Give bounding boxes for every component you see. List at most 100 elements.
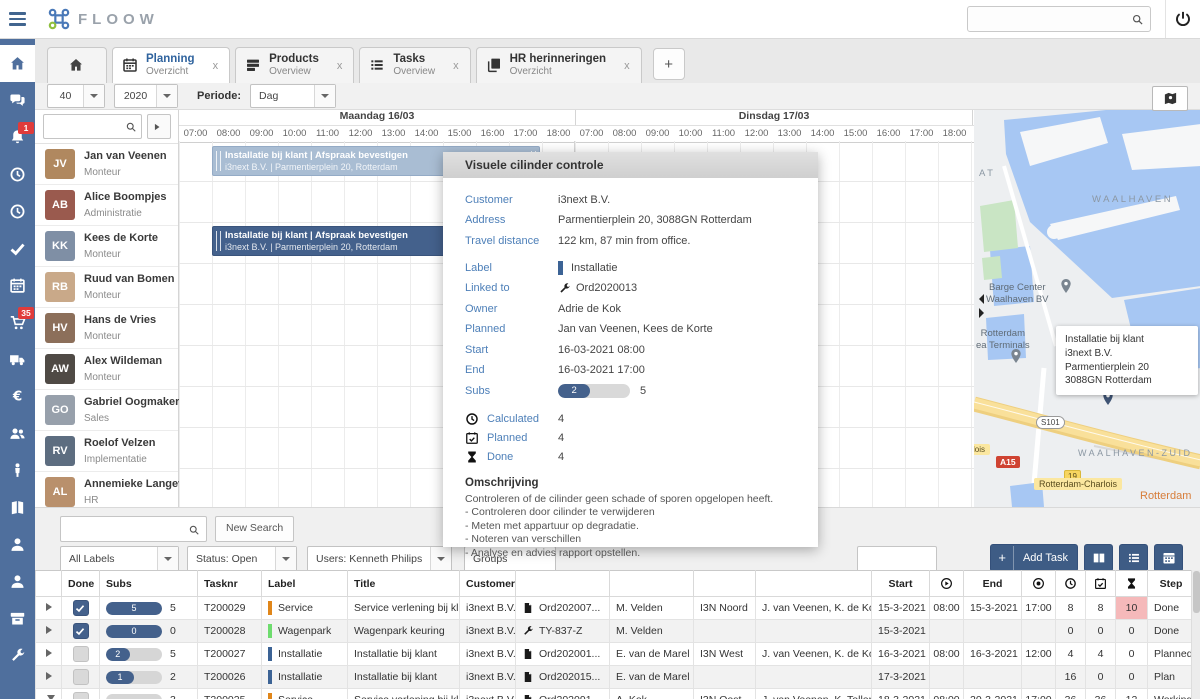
linked-doc-cell[interactable]: Ord202015... <box>516 666 610 689</box>
column-header-blank[interactable] <box>610 571 694 597</box>
row-expander[interactable] <box>36 666 62 689</box>
add-tab-button[interactable]: + <box>653 48 685 80</box>
sidebar-item-contacts[interactable] <box>0 563 35 600</box>
sidebar-item-archive[interactable] <box>0 600 35 637</box>
task-row-T200028[interactable]: 00T200028WagenparkWagenpark keuringi3nex… <box>36 620 1195 643</box>
employee-row-kees-de-korte[interactable]: KKKees de KorteMonteur <box>35 226 178 267</box>
map-pin-terminals[interactable] <box>1008 348 1023 363</box>
sidebar-item-hr[interactable] <box>0 452 35 489</box>
table-scrollbar[interactable] <box>1191 570 1200 699</box>
row-expander[interactable] <box>36 597 62 620</box>
task-row-T200027[interactable]: 25T200027InstallatieInstallatie bij klan… <box>36 643 1195 666</box>
map-collapse-handles[interactable] <box>974 294 989 318</box>
employee-row-jan-van-veenen[interactable]: JVJan van VeenenMonteur <box>35 144 178 185</box>
year-select[interactable]: 2020 <box>114 84 178 108</box>
map-pin-barge[interactable] <box>1058 278 1073 293</box>
done-checkbox-cell[interactable] <box>62 666 100 689</box>
add-task-button[interactable]: +Add Task <box>990 544 1078 572</box>
tab-planning[interactable]: PlanningOverzichtx <box>112 47 230 83</box>
sidebar-item-messages[interactable] <box>0 82 35 119</box>
column-header-play-circle[interactable] <box>930 571 964 597</box>
employee-search-input[interactable] <box>44 121 125 133</box>
column-header-step[interactable]: Step <box>1148 571 1195 597</box>
sidebar-item-settings[interactable] <box>0 637 35 674</box>
toggle-map-button[interactable] <box>1152 86 1188 111</box>
done-checkbox[interactable] <box>73 600 89 616</box>
column-header-title[interactable]: Title <box>348 571 460 597</box>
new-search-button[interactable]: New Search <box>215 516 294 542</box>
row-expander[interactable] <box>36 689 62 699</box>
tab-tasks[interactable]: TasksOverviewx <box>359 47 470 83</box>
row-expander[interactable] <box>36 643 62 666</box>
column-header-label[interactable]: Label <box>262 571 348 597</box>
done-checkbox-cell[interactable] <box>62 643 100 666</box>
column-header-hourglass[interactable] <box>1116 571 1148 597</box>
tab-close-button[interactable]: x <box>622 58 632 74</box>
sidebar-item-approvals[interactable] <box>0 230 35 267</box>
sidebar-item-teams[interactable] <box>0 415 35 452</box>
done-checkbox[interactable] <box>73 669 89 685</box>
status-filter-select[interactable]: Status: Open <box>187 546 297 572</box>
column-header-tasknr[interactable]: Tasknr <box>198 571 262 597</box>
done-checkbox-cell[interactable] <box>62 597 100 620</box>
employee-row-hans-de-vries[interactable]: HVHans de VriesMonteur <box>35 308 178 349</box>
tab-hr-herinneringen[interactable]: HR herinneringenOverzichtx <box>476 47 642 83</box>
sidebar-item-customers[interactable] <box>0 526 35 563</box>
sidebar-item-notifications[interactable]: 1 <box>0 119 35 156</box>
column-header-customer[interactable]: Customer <box>460 571 516 597</box>
tab-close-button[interactable]: x <box>211 58 221 74</box>
linked-doc-cell[interactable]: Ord202007... <box>516 597 610 620</box>
sidebar-item-catalog[interactable] <box>0 489 35 526</box>
task-search-input[interactable] <box>61 523 188 535</box>
sidebar-item-home[interactable] <box>0 45 35 82</box>
done-checkbox-cell[interactable] <box>62 689 100 699</box>
view-columns-button[interactable] <box>1084 544 1113 572</box>
users-filter-select[interactable]: Users: Kenneth Philips <box>307 546 452 572</box>
column-header-done[interactable]: Done <box>62 571 100 597</box>
column-header-end[interactable]: End <box>964 571 1022 597</box>
column-header-blank[interactable] <box>756 571 872 597</box>
linked-doc-cell[interactable]: Ord202001... <box>516 643 610 666</box>
task-row-T200026[interactable]: 12T200026InstallatieInstallatie bij klan… <box>36 666 1195 689</box>
view-list-button[interactable] <box>1119 544 1148 572</box>
task-row-T200029[interactable]: 55T200029ServiceService verlening bij kl… <box>36 597 1195 620</box>
employee-row-alex-wildeman[interactable]: AWAlex WildemanMonteur <box>35 349 178 390</box>
column-header-cal-check[interactable] <box>1086 571 1116 597</box>
map[interactable]: WAALHAVEN WAALHAVEN-ZUID AT Barge Center… <box>974 110 1200 507</box>
labels-filter-select[interactable]: All Labels <box>60 546 179 572</box>
sidebar-item-fleet[interactable] <box>0 341 35 378</box>
global-search-input[interactable] <box>968 13 1131 25</box>
column-header-start[interactable]: Start <box>872 571 930 597</box>
employee-search-go-button[interactable] <box>147 114 171 139</box>
tab-products[interactable]: ProductsOverviewx <box>235 47 354 83</box>
tab-close-button[interactable]: x <box>335 58 345 74</box>
tab-home[interactable] <box>47 47 107 83</box>
row-expander[interactable] <box>36 620 62 643</box>
column-header-clock[interactable] <box>1056 571 1086 597</box>
employee-row-ruud-van-bomen[interactable]: RBRuud van BomenMonteur <box>35 267 178 308</box>
hamburger-menu-icon[interactable] <box>0 0 34 38</box>
filter-input[interactable] <box>857 546 937 572</box>
employee-row-gabriel-oogmakers[interactable]: GOGabriel OogmakersSales <box>35 390 178 431</box>
sidebar-item-time-registration[interactable] <box>0 156 35 193</box>
done-checkbox[interactable] <box>73 646 89 662</box>
linked-doc-cell[interactable]: TY-837-Z <box>516 620 610 643</box>
column-header-subs[interactable]: Subs <box>100 571 198 597</box>
tab-close-button[interactable]: x <box>451 58 461 74</box>
view-calendar-button[interactable] <box>1154 544 1183 572</box>
sidebar-item-orders[interactable]: 35 <box>0 304 35 341</box>
sidebar-item-time-overview[interactable] <box>0 193 35 230</box>
column-header-blank[interactable] <box>516 571 610 597</box>
employee-row-roelof-velzen[interactable]: RVRoelof VelzenImplementatie <box>35 431 178 472</box>
week-select[interactable]: 40 <box>47 84 105 108</box>
done-checkbox[interactable] <box>73 692 89 699</box>
sidebar-item-planning[interactable] <box>0 267 35 304</box>
period-select[interactable]: Dag <box>250 84 336 108</box>
column-header-blank[interactable] <box>694 571 756 597</box>
linked-doc-cell[interactable]: Ord202091... <box>516 689 610 699</box>
task-row-T200025[interactable]: 3T200025ServiceService verlening bij kla… <box>36 689 1195 699</box>
column-header-blank[interactable] <box>36 571 62 597</box>
done-checkbox[interactable] <box>73 623 89 639</box>
column-header-record-circle[interactable] <box>1022 571 1056 597</box>
done-checkbox-cell[interactable] <box>62 620 100 643</box>
